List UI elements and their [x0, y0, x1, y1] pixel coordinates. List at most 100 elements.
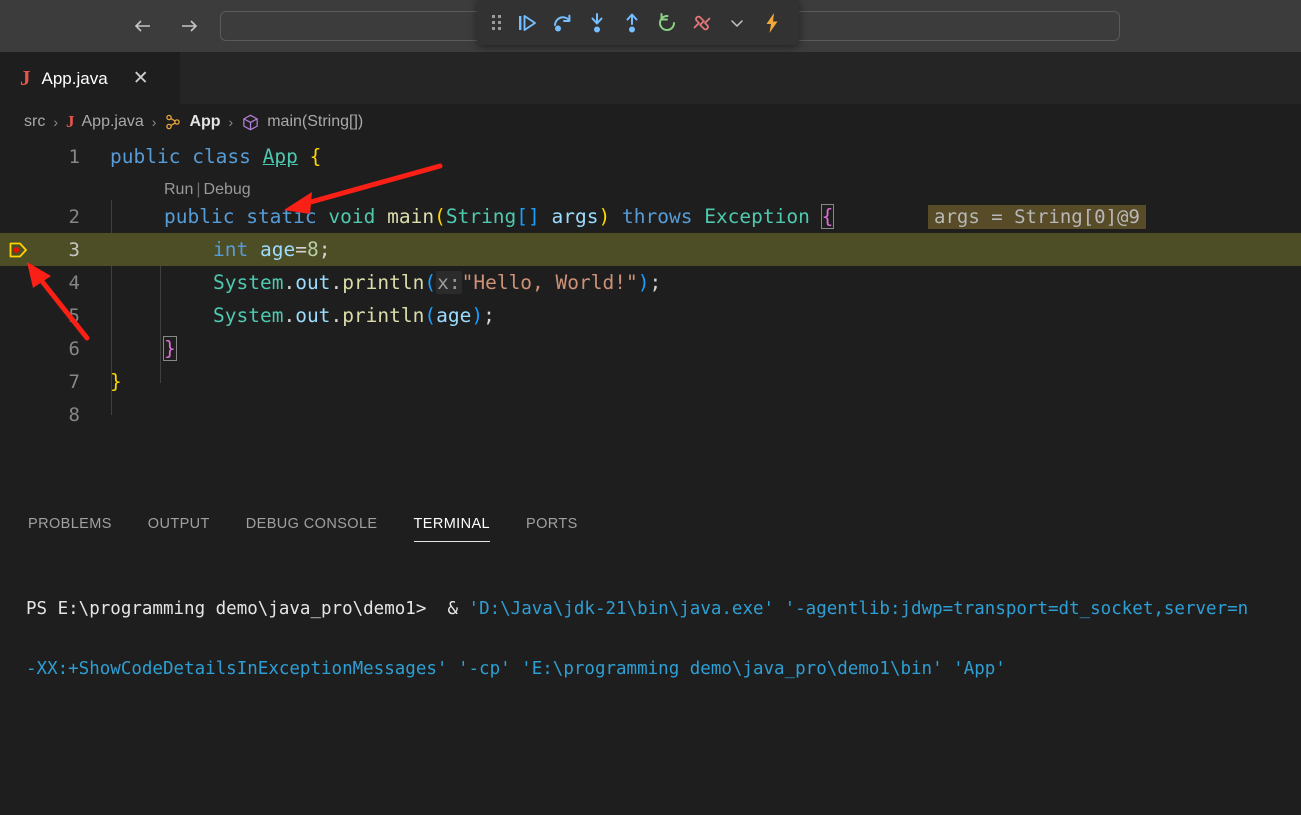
chevron-down-icon[interactable]: [722, 8, 752, 38]
breadcrumb-separator: ›: [151, 114, 157, 130]
token-void: void: [328, 205, 376, 229]
restart-icon[interactable]: [652, 8, 682, 38]
token-public: public: [164, 205, 235, 229]
breadcrumb: src › J App.java › App › main(String[]): [0, 104, 1301, 140]
code-editor[interactable]: 1 public class App { Run | Debug 2 public …: [0, 140, 1301, 500]
code-content: public class App {: [110, 145, 321, 168]
line-number: 1: [68, 145, 80, 168]
token-paren-open: (: [424, 304, 437, 328]
token-dot: .: [283, 271, 296, 295]
line-number: 2: [68, 205, 80, 228]
token-string-literal: "Hello, World!": [461, 271, 638, 295]
token-string-type: String: [445, 205, 517, 229]
tab-ports[interactable]: PORTS: [526, 500, 578, 548]
arrow-left-icon[interactable]: [130, 13, 156, 39]
editor-line-1[interactable]: 1 public class App {: [0, 140, 1301, 173]
editor-tab-bar: J App.java ✕: [0, 52, 1301, 104]
line-number: 5: [68, 304, 80, 327]
token-println: println: [342, 271, 425, 295]
token-paren-close: ): [471, 304, 484, 328]
line-number: 4: [68, 271, 80, 294]
parameter-hint[interactable]: x:: [436, 271, 462, 295]
line-number: 8: [68, 403, 80, 426]
token-paren-close: ): [598, 205, 611, 229]
terminal-prompt: PS E:\programming demo\java_pro\demo1>: [26, 599, 427, 619]
breadcrumb-label: App: [189, 113, 221, 130]
code-content: int age=8;: [213, 238, 330, 261]
codelens: Run | Debug: [164, 181, 251, 199]
breadcrumb-item-src[interactable]: src: [24, 113, 45, 131]
token-out: out: [295, 271, 331, 295]
tab-problems[interactable]: PROBLEMS: [28, 500, 112, 548]
code-content: }: [110, 370, 122, 393]
token-dot: .: [330, 271, 343, 295]
editor-line-2[interactable]: 2 public static void main(String[] args)…: [0, 200, 1301, 233]
token-throws: throws: [622, 205, 693, 229]
method-symbol-icon: [241, 113, 260, 132]
editor-line-3[interactable]: 3 int age=8;: [0, 233, 1301, 267]
arrow-right-icon[interactable]: [176, 13, 202, 39]
continue-icon[interactable]: [512, 8, 542, 38]
codelens-debug-link[interactable]: Debug: [204, 181, 251, 198]
codelens-run-link[interactable]: Run: [164, 181, 193, 198]
class-symbol-icon: [164, 113, 182, 131]
token-int: int: [213, 238, 249, 262]
step-over-icon[interactable]: [547, 8, 577, 38]
breadcrumb-item-app-java[interactable]: J App.java: [66, 112, 144, 132]
close-icon[interactable]: ✕: [130, 68, 152, 90]
terminal-output[interactable]: PS E:\programming demo\java_pro\demo1> &…: [0, 548, 1301, 815]
token-out: out: [295, 304, 331, 328]
editor-line-6[interactable]: 6 }: [0, 332, 1301, 365]
token-age: age: [259, 238, 296, 262]
lightning-bolt-icon[interactable]: [757, 8, 787, 38]
inline-debug-value: args = String[0]@9: [928, 204, 1146, 229]
tab-debug-console[interactable]: DEBUG CONSOLE: [246, 500, 378, 548]
terminal-line: PS E:\programming demo\java_pro\demo1> &…: [26, 594, 1301, 624]
debug-toolbar: [477, 0, 799, 45]
line-number: 7: [68, 370, 80, 393]
token-brace-close-matched: }: [163, 336, 177, 362]
token-class: class: [192, 145, 251, 169]
code-content: System.out.println(age);: [213, 304, 495, 327]
token-age-ref: age: [436, 304, 472, 328]
editor-line-5[interactable]: 5 System.out.println(age);: [0, 299, 1301, 332]
bottom-panel: PROBLEMS OUTPUT DEBUG CONSOLE TERMINAL P…: [0, 500, 1301, 815]
terminal-line: -XX:+ShowCodeDetailsInExceptionMessages'…: [26, 654, 1301, 684]
drag-handle-icon[interactable]: [487, 8, 505, 38]
terminal-ampersand: &: [426, 599, 469, 619]
codelens-separator: |: [196, 180, 201, 198]
step-out-icon[interactable]: [617, 8, 647, 38]
token-println: println: [342, 304, 425, 328]
breadcrumb-separator: ›: [228, 114, 234, 130]
token-brace-open: {: [309, 145, 322, 169]
breadcrumb-separator: ›: [53, 114, 58, 130]
tab-output[interactable]: OUTPUT: [148, 500, 210, 548]
token-class-name: App: [262, 145, 298, 169]
token-brace-close: }: [110, 370, 122, 394]
token-public: public: [110, 145, 181, 169]
token-brackets: []: [516, 205, 540, 229]
tab-label: App.java: [41, 68, 108, 88]
token-args: args: [551, 205, 599, 229]
disconnect-icon[interactable]: [687, 8, 717, 38]
breadcrumb-item-app-class[interactable]: App: [164, 113, 221, 131]
tab-terminal[interactable]: TERMINAL: [413, 500, 491, 548]
editor-line-8[interactable]: 8: [0, 398, 1301, 431]
step-into-icon[interactable]: [582, 8, 612, 38]
terminal-command-continued: -XX:+ShowCodeDetailsInExceptionMessages'…: [26, 659, 1006, 679]
token-semicolon: ;: [483, 304, 495, 328]
java-file-icon: J: [66, 112, 75, 131]
tab-app-java[interactable]: J App.java ✕: [0, 52, 180, 104]
token-static: static: [246, 205, 317, 229]
code-content: }: [163, 336, 177, 362]
token-exception: Exception: [704, 205, 810, 229]
code-content: System.out.println(x:"Hello, World!");: [213, 271, 661, 295]
panel-tab-bar: PROBLEMS OUTPUT DEBUG CONSOLE TERMINAL P…: [0, 500, 1301, 548]
token-main: main: [387, 205, 435, 229]
breadcrumb-label: main(String[]): [267, 113, 364, 130]
token-dot: .: [330, 304, 343, 328]
breadcrumb-label: src: [24, 113, 46, 130]
editor-line-4[interactable]: 4 System.out.println(x:"Hello, World!");: [0, 266, 1301, 299]
breadcrumb-item-main-method[interactable]: main(String[]): [241, 113, 363, 132]
editor-line-7[interactable]: 7 }: [0, 365, 1301, 398]
